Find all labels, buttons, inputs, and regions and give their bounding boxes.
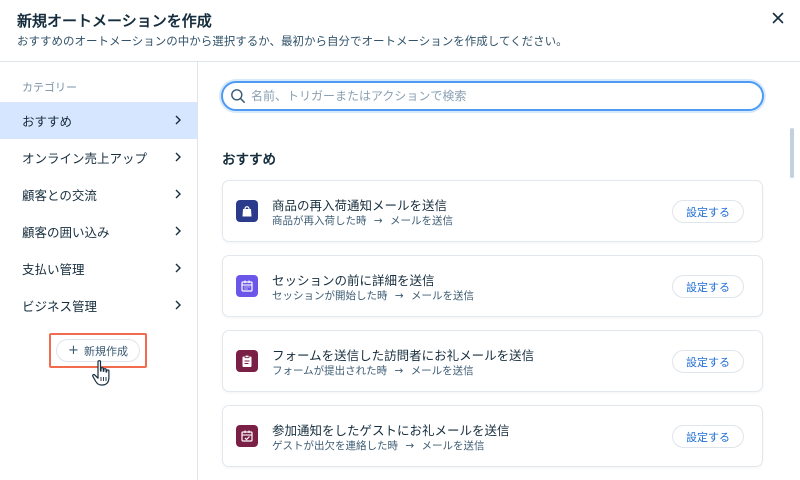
arrow-right-icon: →	[405, 440, 415, 452]
sidebar-item-online-sales[interactable]: オンライン売上アップ	[0, 139, 197, 176]
setup-button[interactable]: 設定する	[672, 425, 744, 448]
plus-icon: +	[68, 343, 79, 358]
arrow-right-icon: →	[373, 215, 383, 227]
card-action: メールを送信	[421, 440, 485, 452]
card-action: メールを送信	[390, 215, 453, 227]
sidebar-item-label: 支払い管理	[22, 262, 85, 277]
setup-button[interactable]: 設定する	[672, 350, 744, 373]
main-panel: おすすめ 商品の再入荷通知メールを送信 商品が再入荷した時 → メールを送信 設…	[199, 62, 800, 480]
card-action: メールを送信	[411, 290, 474, 302]
modal-subtitle: おすすめのオートメーションの中から選択するか、最初から自分でオートメーションを作…	[17, 34, 568, 48]
arrow-right-icon: →	[394, 290, 404, 302]
automation-card[interactable]: セッションの前に詳細を送信 セッションが開始した時 → メールを送信 設定する	[222, 255, 763, 317]
automation-card[interactable]: フォームを送信した訪問者にお礼メールを送信 フォームが提出された時 → メールを…	[222, 330, 763, 392]
section-title: おすすめ	[222, 152, 276, 168]
sidebar-item-customer-retention[interactable]: 顧客の囲い込み	[0, 213, 197, 250]
modal-title: 新規オートメーションを作成	[17, 12, 212, 30]
scrollbar-thumb[interactable]	[790, 128, 794, 178]
chevron-right-icon	[175, 226, 181, 236]
search-input[interactable]	[251, 89, 762, 103]
close-icon	[772, 12, 784, 24]
search-box[interactable]	[221, 81, 764, 111]
card-trigger: フォームが提出された時	[272, 365, 388, 377]
sidebar-item-recommended[interactable]: おすすめ	[0, 102, 197, 139]
sidebar-item-label: ビジネス管理	[22, 299, 98, 314]
card-title: 商品の再入荷通知メールを送信	[272, 198, 448, 213]
arrow-right-icon: →	[394, 365, 404, 377]
create-new-label: 新規作成	[83, 344, 128, 358]
card-title: 参加通知をしたゲストにお礼メールを送信	[272, 423, 510, 438]
card-subtitle: フォームが提出された時 → メールを送信	[272, 363, 474, 378]
chevron-right-icon	[175, 300, 181, 310]
hand-pointer-icon	[92, 360, 110, 386]
setup-button[interactable]: 設定する	[672, 200, 744, 223]
chevron-right-icon	[175, 115, 181, 125]
automation-card[interactable]: 商品の再入荷通知メールを送信 商品が再入荷した時 → メールを送信 設定する	[222, 180, 763, 242]
sidebar-item-label: オンライン売上アップ	[22, 151, 148, 166]
chevron-right-icon	[175, 189, 181, 199]
card-subtitle: ゲストが出欠を連絡した時 → メールを送信	[272, 438, 485, 453]
search-icon	[231, 89, 245, 103]
chevron-right-icon	[175, 152, 181, 162]
modal-header: 新規オートメーションを作成 おすすめのオートメーションの中から選択するか、最初か…	[0, 0, 800, 62]
card-action: メールを送信	[410, 365, 474, 377]
card-subtitle: 商品が再入荷した時 → メールを送信	[272, 213, 453, 228]
category-heading: カテゴリー	[22, 81, 77, 94]
shopping-bag-icon	[236, 200, 258, 222]
category-sidebar: カテゴリー おすすめ オンライン売上アップ 顧客との交流 顧客の囲い込み 支払い…	[0, 62, 198, 480]
card-trigger: ゲストが出欠を連絡した時	[272, 440, 398, 452]
automation-card[interactable]: 参加通知をしたゲストにお礼メールを送信 ゲストが出欠を連絡した時 → メールを送…	[222, 405, 763, 467]
sidebar-item-payments[interactable]: 支払い管理	[0, 250, 197, 287]
sidebar-item-label: おすすめ	[22, 114, 73, 129]
calendar-icon	[236, 275, 258, 297]
calendar-check-icon	[236, 425, 258, 447]
card-trigger: セッションが開始した時	[272, 290, 388, 302]
sidebar-item-label: 顧客との交流	[22, 188, 97, 203]
card-title: セッションの前に詳細を送信	[272, 273, 435, 288]
sidebar-item-business-management[interactable]: ビジネス管理	[0, 287, 197, 324]
sidebar-item-customer-engagement[interactable]: 顧客との交流	[0, 176, 197, 213]
setup-button[interactable]: 設定する	[672, 275, 744, 298]
card-trigger: 商品が再入荷した時	[272, 215, 367, 227]
card-title: フォームを送信した訪問者にお礼メールを送信	[272, 348, 535, 363]
chevron-right-icon	[175, 263, 181, 273]
clipboard-icon	[236, 350, 258, 372]
card-subtitle: セッションが開始した時 → メールを送信	[272, 288, 474, 303]
close-button[interactable]	[768, 8, 788, 28]
sidebar-item-label: 顧客の囲い込み	[22, 225, 110, 240]
